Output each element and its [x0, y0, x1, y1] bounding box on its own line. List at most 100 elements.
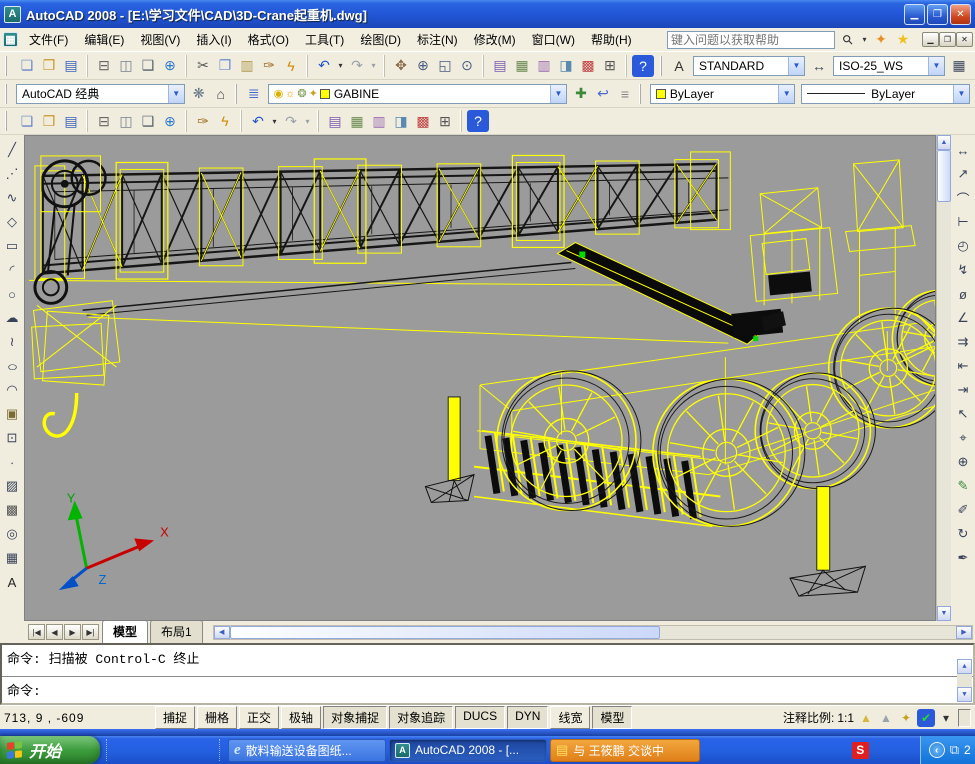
center-mark-icon[interactable]: ⊕ [953, 450, 974, 474]
horizontal-scrollbar[interactable]: ◀ ▶ [213, 625, 973, 640]
dwf-publish-icon[interactable]: ⊕ [159, 55, 181, 77]
layer-combo[interactable]: ◉ ☼ ❂ ✦ GABINE ▼ [268, 84, 567, 104]
command-prompt[interactable]: 命令: [2, 676, 973, 703]
dimension-text-edit-icon[interactable]: ✐ [953, 498, 974, 522]
toggle-栅格[interactable]: 栅格 [197, 706, 237, 729]
clean-screen-icon[interactable]: ✔ [917, 709, 935, 727]
region-icon[interactable]: ◎ [2, 522, 23, 546]
toggle-捕捉[interactable]: 捕捉 [155, 706, 195, 729]
redo-icon[interactable]: ↷ [346, 55, 368, 77]
diameter-dimension-icon[interactable]: ø [953, 282, 974, 306]
toggle-DYN[interactable]: DYN [507, 706, 548, 729]
scroll-left-icon[interactable]: ◀ [214, 626, 230, 639]
mdi-restore-icon[interactable]: ❐ [939, 32, 956, 47]
quick-dimension-icon[interactable]: ⇉ [953, 330, 974, 354]
dwf-publish-icon[interactable]: ⊕ [159, 110, 181, 132]
properties-icon[interactable]: ▤ [324, 110, 346, 132]
annotation-scale-value[interactable]: 1:1 [837, 711, 854, 725]
tool-palettes-icon[interactable]: ▥ [368, 110, 390, 132]
tray-clock[interactable]: 2 [964, 743, 974, 757]
menu-modify[interactable]: 修改(M) [466, 28, 524, 51]
ordinate-dimension-icon[interactable]: ⊢ [953, 210, 974, 234]
undo-icon[interactable]: ↶ [247, 110, 269, 132]
dim-style-combo[interactable]: ISO-25_WS ▼ [833, 56, 945, 76]
construction-line-icon[interactable]: ⋰ [2, 162, 23, 186]
network-icon[interactable]: ⧉ [950, 742, 959, 758]
text-style-combo[interactable]: STANDARD ▼ [693, 56, 805, 76]
circle-icon[interactable]: ○ [2, 282, 23, 306]
designcenter-icon[interactable]: ▦ [346, 110, 368, 132]
scroll-right-icon[interactable]: ▶ [956, 626, 972, 639]
baseline-dimension-icon[interactable]: ⇤ [953, 354, 974, 378]
color-combo[interactable]: ByLayer ▼ [650, 84, 795, 104]
dimension-style-icon[interactable]: ✒ [953, 546, 974, 570]
polygon-icon[interactable]: ◇ [2, 210, 23, 234]
toggle-线宽[interactable]: 线宽 [550, 706, 590, 729]
point-icon[interactable]: ∙ [2, 450, 23, 474]
block-editor-icon[interactable]: ϟ [280, 55, 302, 77]
toolbar-grip[interactable] [639, 84, 644, 104]
hatch-icon[interactable]: ▨ [2, 474, 23, 498]
chevron-down-icon[interactable]: ▼ [953, 85, 969, 103]
ellipse-icon[interactable]: ○ [0, 354, 24, 378]
layer-previous-icon[interactable]: ↩ [592, 83, 614, 105]
layer-on-icon[interactable]: ◉ [274, 87, 284, 100]
redo-drop-icon[interactable]: ▾ [302, 110, 313, 132]
command-scroll-track[interactable] [957, 674, 972, 687]
comm-center-icon[interactable]: ✦ [870, 29, 892, 51]
command-scrollbar[interactable]: ▲ ▼ [957, 659, 972, 702]
menu-edit[interactable]: 编辑(E) [76, 28, 132, 51]
plot-icon[interactable]: ⊟ [93, 110, 115, 132]
zoom-previous-icon[interactable]: ⊙ [456, 55, 478, 77]
quickcalc-icon[interactable]: ⊞ [434, 110, 456, 132]
scroll-down-icon[interactable]: ▼ [937, 606, 951, 621]
block-editor-icon[interactable]: ϟ [214, 110, 236, 132]
revision-cloud-icon[interactable]: ☁ [2, 306, 23, 330]
open-icon[interactable]: ❒ [38, 55, 60, 77]
menu-tools[interactable]: 工具(T) [297, 28, 352, 51]
horizontal-scroll-thumb[interactable] [230, 626, 660, 639]
toolbar-grip[interactable] [660, 56, 665, 76]
undo-drop-icon[interactable]: ▾ [269, 110, 280, 132]
designcenter-icon[interactable]: ▦ [511, 55, 533, 77]
chevron-down-icon[interactable]: ▼ [778, 85, 794, 103]
publish-icon[interactable]: ❑ [137, 55, 159, 77]
mdi-close-icon[interactable]: ✕ [956, 32, 973, 47]
menu-view[interactable]: 视图(V) [132, 28, 188, 51]
command-window[interactable]: 命令: 扫描被 Control-C 终止 命令: ▲ ▼ [0, 643, 975, 705]
match-properties-icon[interactable]: ✑ [192, 110, 214, 132]
aligned-dimension-icon[interactable]: ↗ [953, 162, 974, 186]
drawing-area[interactable]: Y X Z [24, 135, 936, 621]
layer-properties-icon[interactable]: ≣ [243, 83, 265, 105]
s-app-icon[interactable]: S [852, 742, 869, 759]
angular-dimension-icon[interactable]: ∠ [953, 306, 974, 330]
vertical-scroll-thumb[interactable] [937, 150, 951, 202]
publish-icon[interactable]: ❑ [137, 110, 159, 132]
first-tab-icon[interactable]: |◀ [28, 624, 45, 640]
menu-help[interactable]: 帮助(H) [583, 28, 640, 51]
redo-icon[interactable]: ↷ [280, 110, 302, 132]
continue-dimension-icon[interactable]: ⇥ [953, 378, 974, 402]
tab-layout1[interactable]: 布局1 [150, 620, 203, 643]
linetype-combo[interactable]: ByLayer ▼ [801, 84, 970, 104]
chevron-down-icon[interactable]: ▼ [550, 85, 566, 103]
tool-palettes-icon[interactable]: ▥ [533, 55, 555, 77]
coordinates-readout[interactable]: 713, 9 , -609 [4, 711, 152, 725]
toggle-对象捕捉[interactable]: 对象捕捉 [323, 706, 387, 729]
dimension-edit-icon[interactable]: ✎ [953, 474, 974, 498]
menu-draw[interactable]: 绘图(D) [352, 28, 409, 51]
vertical-scrollbar[interactable]: ▲ ▼ [936, 135, 951, 621]
chevron-down-icon[interactable]: ▼ [928, 57, 944, 75]
workspace-gear-icon[interactable]: ❋ [188, 83, 210, 105]
status-tray-box[interactable] [958, 709, 971, 727]
grip-point[interactable] [753, 336, 758, 341]
polyline-icon[interactable]: ∿ [2, 186, 23, 210]
new-file-icon[interactable]: ❏ [16, 55, 38, 77]
paste-icon[interactable]: ▥ [236, 55, 258, 77]
task-ie-document[interactable]: e 散料输送设备图纸... [228, 739, 386, 762]
pan-icon[interactable]: ✥ [390, 55, 412, 77]
quick-leader-icon[interactable]: ↖ [953, 402, 974, 426]
make-object-layer-icon[interactable]: ✚ [570, 83, 592, 105]
new-file-icon[interactable]: ❏ [16, 110, 38, 132]
toggle-模型[interactable]: 模型 [592, 706, 632, 729]
